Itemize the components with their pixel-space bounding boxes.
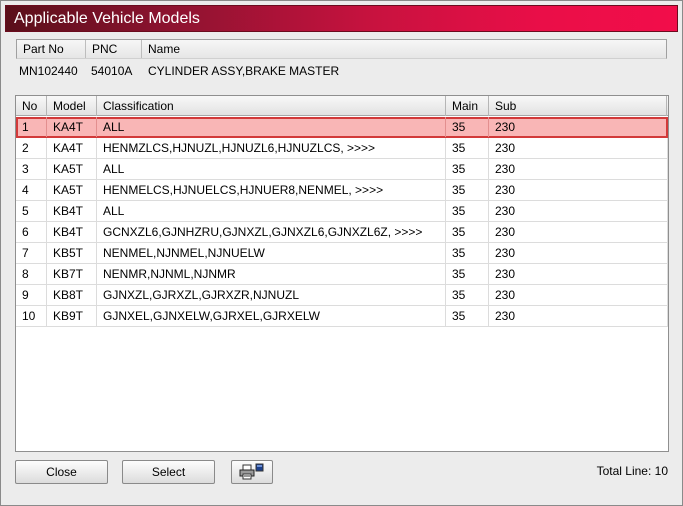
- cell-classification: ALL: [97, 159, 446, 179]
- part-no-header: Part No: [17, 40, 86, 58]
- column-header-no[interactable]: No: [16, 96, 47, 116]
- cell-no: 9: [16, 285, 47, 305]
- cell-classification: ALL: [97, 117, 446, 137]
- title-bar[interactable]: Applicable Vehicle Models: [5, 5, 678, 32]
- cell-sub: 230: [489, 264, 668, 284]
- cell-no: 4: [16, 180, 47, 200]
- cell-no: 1: [16, 117, 47, 137]
- models-table[interactable]: No Model Classification Main Sub 1 KA4T …: [15, 95, 669, 452]
- cell-classification: HENMELCS,HJNUELCS,HJNUER8,NENMEL, >>>>: [97, 180, 446, 200]
- print-button[interactable]: [231, 460, 273, 484]
- cell-no: 10: [16, 306, 47, 326]
- table-row[interactable]: 5 KB4T ALL 35 230: [16, 201, 668, 222]
- cell-sub: 230: [495, 120, 516, 134]
- table-header: No Model Classification Main Sub: [16, 96, 668, 116]
- table-row[interactable]: 10 KB9T GJNXEL,GJNXELW,GJRXEL,GJRXELW 35…: [16, 306, 668, 327]
- total-line-label: Total Line: 10: [596, 464, 668, 478]
- cell-no: 5: [16, 201, 47, 221]
- table-row[interactable]: 9 KB8T GJNXZL,GJRXZL,GJRXZR,NJNUZL 35 23…: [16, 285, 668, 306]
- table-row[interactable]: 1 KA4T ALL 35 230: [16, 117, 668, 138]
- column-header-sub[interactable]: Sub: [489, 96, 667, 116]
- cell-sub: 230: [489, 159, 668, 179]
- cell-sub: 230: [489, 222, 668, 242]
- cell-main: 35: [446, 180, 489, 200]
- cell-main: 35: [446, 201, 489, 221]
- column-header-main[interactable]: Main: [446, 96, 489, 116]
- cell-main: 35: [446, 243, 489, 263]
- cell-main: 35: [446, 285, 489, 305]
- part-info-values: MN102440 54010A CYLINDER ASSY,BRAKE MAST…: [16, 59, 667, 91]
- cell-main: 35: [446, 117, 489, 137]
- cell-model: KA5T: [47, 180, 97, 200]
- part-info-header: Part No PNC Name: [16, 39, 667, 59]
- column-header-model[interactable]: Model: [47, 96, 97, 116]
- table-row[interactable]: 2 KA4T HENMZLCS,HJNUZL,HJNUZL6,HJNUZLCS,…: [16, 138, 668, 159]
- part-no-value: MN102440: [19, 64, 78, 78]
- table-row[interactable]: 3 KA5T ALL 35 230: [16, 159, 668, 180]
- window-title: Applicable Vehicle Models: [14, 10, 200, 27]
- cell-main: 35: [446, 264, 489, 284]
- cell-no: 3: [16, 159, 47, 179]
- cell-main: 35: [446, 222, 489, 242]
- cell-classification: GJNXZL,GJRXZL,GJRXZR,NJNUZL: [97, 285, 446, 305]
- content-panel: Part No PNC Name MN102440 54010A CYLINDE…: [11, 35, 674, 455]
- cell-model: KB7T: [47, 264, 97, 284]
- cell-classification: ALL: [97, 201, 446, 221]
- cell-main: 35: [446, 306, 489, 326]
- cell-model: KB5T: [47, 243, 97, 263]
- dialog-window: Applicable Vehicle Models Part No PNC Na…: [0, 0, 683, 506]
- cell-sub: 230: [489, 306, 668, 326]
- part-name-value: CYLINDER ASSY,BRAKE MASTER: [148, 64, 340, 78]
- table-row[interactable]: 6 KB4T GCNXZL6,GJNHZRU,GJNXZL,GJNXZL6,GJ…: [16, 222, 668, 243]
- cell-sub: 230: [489, 285, 668, 305]
- cell-no: 6: [16, 222, 47, 242]
- pnc-header: PNC: [86, 40, 142, 58]
- name-header: Name: [142, 40, 666, 58]
- pnc-value: 54010A: [91, 64, 133, 78]
- cell-sub: 230: [489, 243, 668, 263]
- cell-model: KA5T: [47, 159, 97, 179]
- table-row[interactable]: 4 KA5T HENMELCS,HJNUELCS,HJNUER8,NENMEL,…: [16, 180, 668, 201]
- printer-icon: [239, 463, 265, 488]
- cell-sub: 230: [489, 180, 668, 200]
- cell-classification: GJNXEL,GJNXELW,GJRXEL,GJRXELW: [97, 306, 446, 326]
- table-row[interactable]: 7 KB5T NENMEL,NJNMEL,NJNUELW 35 230: [16, 243, 668, 264]
- cell-classification: HENMZLCS,HJNUZL,HJNUZL6,HJNUZLCS, >>>>: [97, 138, 446, 158]
- table-row[interactable]: 8 KB7T NENMR,NJNML,NJNMR 35 230: [16, 264, 668, 285]
- cell-no: 2: [16, 138, 47, 158]
- cell-classification: NENMR,NJNML,NJNMR: [97, 264, 446, 284]
- cell-sub: 230: [489, 201, 668, 221]
- cell-model: KA4T: [47, 138, 97, 158]
- cell-model: KB9T: [47, 306, 97, 326]
- cell-classification: GCNXZL6,GJNHZRU,GJNXZL,GJNXZL6,GJNXZL6Z,…: [97, 222, 446, 242]
- cell-sub: 230: [489, 138, 668, 158]
- cell-main: 35: [446, 159, 489, 179]
- cell-model: KB4T: [47, 222, 97, 242]
- cell-main: 35: [446, 138, 489, 158]
- cell-classification: NENMEL,NJNMEL,NJNUELW: [97, 243, 446, 263]
- cell-model: KA4T: [47, 117, 97, 137]
- column-header-classification[interactable]: Classification: [97, 96, 446, 116]
- cell-no: 8: [16, 264, 47, 284]
- cell-no: 7: [16, 243, 47, 263]
- cell-model: KB8T: [47, 285, 97, 305]
- cell-model: KB4T: [47, 201, 97, 221]
- close-button[interactable]: Close: [15, 460, 108, 484]
- select-button[interactable]: Select: [122, 460, 215, 484]
